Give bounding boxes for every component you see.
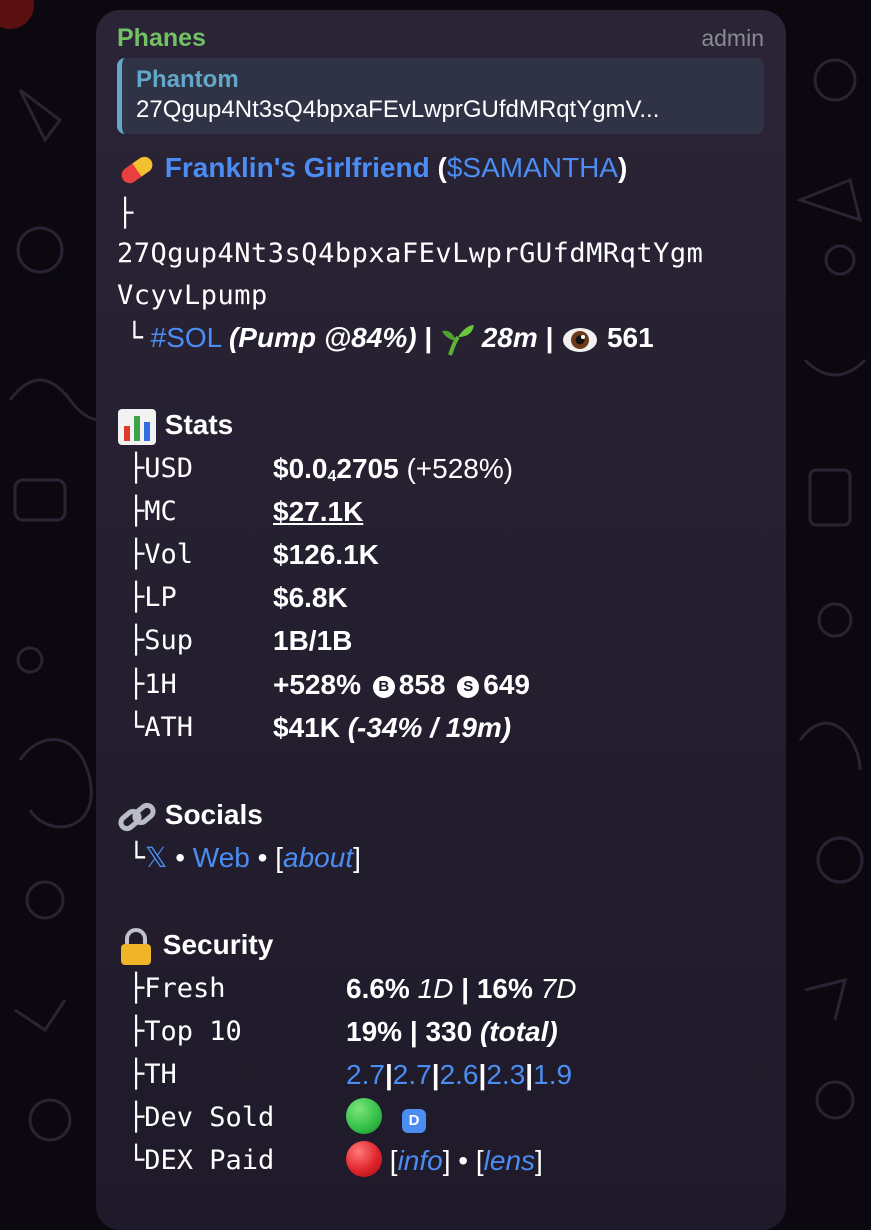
stat-ath-value: $41K (-34% / 19m)	[273, 712, 512, 743]
bullet-2: •	[257, 842, 268, 873]
message-header: Phanes admin	[117, 10, 764, 56]
pill-icon	[121, 156, 153, 183]
sender-name[interactable]: Phanes	[117, 24, 206, 53]
stat-row-usd: ├USD $0.042705 (+528%)	[128, 449, 628, 489]
ticker-paren-open: (	[437, 152, 447, 183]
info-link[interactable]: info	[398, 1145, 443, 1176]
bracket-open: [	[275, 842, 284, 873]
contract-address-line1[interactable]: 27Qgup4Nt3sQ4bpxaFEvLwprGUfdMRqtYgm	[117, 234, 703, 274]
stat-sup-value: 1B/1B	[273, 625, 353, 656]
ticker-link[interactable]: $SAMANTHA	[447, 152, 618, 183]
security-th-key: ├TH	[128, 1059, 177, 1090]
token-title-line: Franklin's Girlfriend ($SAMANTHA)	[117, 148, 627, 188]
socials-links: └𝕏 • Web • [about]	[128, 838, 361, 878]
token-meta-line: └ #SOL (Pump @84%) | 28m | 561	[126, 318, 654, 358]
security-dex-key: └DEX Paid	[128, 1145, 275, 1176]
stats-title: Stats	[164, 409, 234, 440]
x-link[interactable]: 𝕏	[145, 842, 168, 873]
stat-vol-value: $126.1K	[273, 539, 379, 570]
security-title: Security	[162, 929, 274, 960]
security-dev-key: ├Dev Sold	[128, 1102, 275, 1133]
security-row-dex: └DEX Paid [info] • [lens]	[128, 1141, 688, 1181]
reply-title: Phantom	[136, 66, 239, 93]
separator: |	[424, 322, 433, 353]
security-row-top10: ├Top 10 19% | 330 (total)	[128, 1012, 688, 1052]
th-link[interactable]: 2.6	[440, 1059, 479, 1090]
buys-badge-icon: B	[372, 676, 395, 698]
stat-1h-key: ├1H	[128, 669, 177, 700]
tree-end-glyph: └	[126, 321, 143, 354]
green-circle-icon	[346, 1098, 382, 1134]
stat-lp-value: $6.8K	[273, 582, 348, 613]
security-row-dev: ├Dev Sold D	[128, 1098, 688, 1138]
lock-icon	[121, 927, 151, 965]
bullet: •	[175, 842, 186, 873]
security-fresh-key: ├Fresh	[128, 973, 226, 1004]
stat-usd-key: ├USD	[128, 453, 194, 484]
web-link[interactable]: Web	[193, 842, 250, 873]
stat-ath-key: └ATH	[128, 712, 194, 743]
stat-mc-key: ├MC	[128, 496, 177, 527]
stat-row-sup: ├Sup 1B/1B	[128, 621, 628, 661]
stat-1h-value: +528% B 858 S 649	[273, 669, 530, 700]
contract-address-line2[interactable]: VcyvLpump	[117, 276, 268, 316]
view-count: 561	[606, 322, 654, 353]
stat-row-lp: ├LP $6.8K	[128, 578, 628, 618]
chain-hashtag[interactable]: #SOL	[151, 322, 222, 353]
about-link[interactable]: about	[283, 842, 353, 873]
pump-pct: 84%	[351, 322, 408, 353]
stat-row-ath: └ATH $41K (-34% / 19m)	[128, 708, 648, 748]
sells-badge-icon: S	[457, 676, 480, 698]
th-link[interactable]: 2.7	[346, 1059, 385, 1090]
bracket-close: ]	[353, 842, 361, 873]
stat-row-mc: ├MC $27.1K	[128, 492, 628, 532]
stat-vol-key: ├Vol	[128, 539, 194, 570]
pump-suffix: )	[407, 322, 417, 353]
security-heading: Security	[117, 925, 273, 967]
stat-sup-key: ├Sup	[128, 625, 194, 656]
tree-branch-glyph: ├	[117, 198, 134, 229]
security-dev-value: D	[346, 1098, 426, 1138]
link-icon	[118, 802, 156, 831]
security-row-th: ├TH 2.7|2.7|2.6|2.3|1.9	[128, 1055, 688, 1095]
th-link[interactable]: 1.9	[533, 1059, 572, 1090]
dev-tag-icon[interactable]: D	[402, 1109, 426, 1133]
tree-end-glyph: └	[128, 841, 145, 874]
red-circle-icon	[346, 1141, 382, 1177]
reply-text: 27Qgup4Nt3sQ4bpxaFEvLwprGUfdMRqtYgmV...	[136, 96, 660, 123]
stat-lp-key: ├LP	[128, 582, 177, 613]
stat-row-vol: ├Vol $126.1K	[128, 535, 628, 575]
security-top10-value: 19% | 330 (total)	[346, 1016, 558, 1047]
lens-link[interactable]: lens	[484, 1145, 535, 1176]
socials-heading: Socials	[117, 795, 263, 835]
th-link[interactable]: 2.7	[393, 1059, 432, 1090]
token-age: 28m	[481, 322, 538, 353]
stat-usd-value: $0.042705 (+528%)	[273, 453, 514, 485]
reply-quote[interactable]: Phantom 27Qgup4Nt3sQ4bpxaFEvLwprGUfdMRqt…	[117, 58, 764, 134]
security-fresh-value: 6.6% 1D | 16% 7D	[346, 973, 577, 1004]
ticker-paren-close: )	[617, 152, 628, 183]
seedling-icon	[441, 324, 474, 356]
separator-2: |	[545, 322, 554, 353]
bar-chart-icon	[118, 408, 156, 445]
stat-row-1h: ├1H +528% B 858 S 649	[128, 665, 648, 705]
security-top10-key: ├Top 10	[128, 1016, 242, 1047]
security-th-values: 2.7|2.7|2.6|2.3|1.9	[346, 1059, 573, 1090]
pump-prefix: (Pump @	[228, 322, 352, 353]
security-row-fresh: ├Fresh 6.6% 1D | 16% 7D	[128, 969, 688, 1009]
security-dex-value: [info] • [lens]	[346, 1141, 543, 1181]
token-name-link[interactable]: Franklin's Girlfriend	[165, 152, 430, 183]
th-link[interactable]: 2.3	[486, 1059, 525, 1090]
eye-icon	[563, 327, 598, 352]
stat-mc-value[interactable]: $27.1K	[273, 492, 363, 532]
address-branch: ├	[117, 194, 133, 234]
stats-heading: Stats	[117, 405, 233, 446]
socials-title: Socials	[164, 799, 263, 830]
admin-badge: admin	[701, 25, 764, 51]
